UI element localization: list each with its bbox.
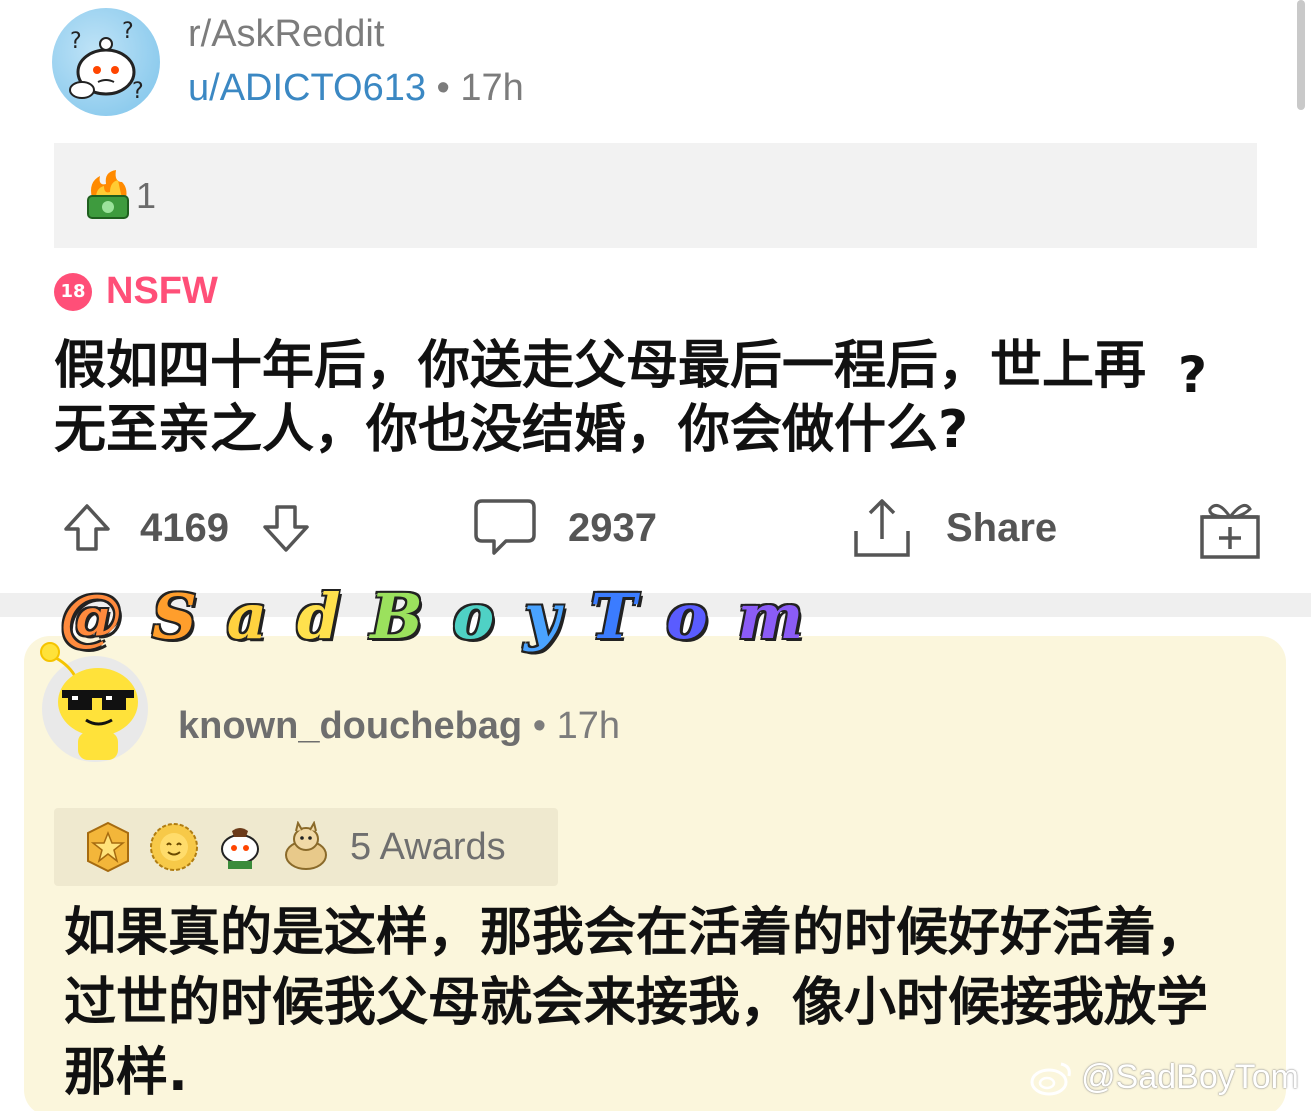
awards-count-label: 5 Awards xyxy=(350,825,506,868)
comment-icon xyxy=(472,495,538,561)
commenter-avatar-icon[interactable] xyxy=(40,642,148,762)
weibo-logo-icon xyxy=(1030,1062,1071,1095)
comment-card: known_douchebag • 17h 5 Awards 如果真的是这样，那… xyxy=(24,636,1286,1111)
share-label: Share xyxy=(946,505,1058,550)
stray-question-mark: ? xyxy=(1178,346,1208,404)
post-author[interactable]: u/ADICTO613 xyxy=(188,67,426,109)
upvote-count: 4169 xyxy=(140,505,229,550)
comment-awards[interactable]: 5 Awards xyxy=(54,808,558,886)
comment-count: 2937 xyxy=(568,505,657,550)
downvote-icon[interactable] xyxy=(259,501,313,555)
post-award-count: 1 xyxy=(136,174,157,216)
svg-text:?: ? xyxy=(132,79,144,104)
handle-char: o xyxy=(452,580,495,653)
nsfw-18-icon: 18 xyxy=(54,272,92,311)
post-action-bar: 4169 2937 Share xyxy=(60,488,1270,568)
subreddit-avatar-icon[interactable]: ? ? ? xyxy=(52,8,160,116)
star-award-icon xyxy=(87,821,129,873)
gift-icon xyxy=(1198,495,1262,561)
post-awards[interactable]: 1 xyxy=(54,143,1257,248)
comment-header: known_douchebag • 17h xyxy=(40,642,620,762)
handle-char: y xyxy=(524,580,561,653)
sun-award-icon xyxy=(150,823,198,871)
separator-dot: • xyxy=(532,704,547,747)
handle-char: B xyxy=(370,580,423,653)
separator-dot: • xyxy=(436,67,450,109)
svg-text:?: ? xyxy=(70,29,82,54)
handle-char: S xyxy=(152,580,197,653)
post-time: 17h xyxy=(460,67,524,109)
reddit-screenshot: ? ? ? r/AskReddit u/ADICTO613 • 17h 1 18… xyxy=(0,0,1311,1111)
comment-time: 17h xyxy=(556,704,620,747)
vote-group: 4169 xyxy=(60,488,313,568)
money-fire-award-icon xyxy=(87,169,129,219)
handle-char: d xyxy=(296,580,341,653)
nsfw-label: NSFW xyxy=(106,270,218,312)
subreddit-name[interactable]: r/AskReddit xyxy=(188,10,524,58)
weibo-watermark: @SadBoyTom xyxy=(1029,1058,1299,1097)
share-icon xyxy=(850,495,916,561)
nsfw-tag: 18 NSFW xyxy=(54,270,218,313)
handle-char: T xyxy=(590,580,637,653)
comment-username[interactable]: known_douchebag xyxy=(178,705,522,747)
doge-award-icon xyxy=(285,821,327,870)
gift-button[interactable] xyxy=(1198,488,1262,568)
post-title[interactable]: 假如四十年后，你送走父母最后一程后，世上再无至亲之人，你也没结婚，你会做什么? xyxy=(54,334,1184,462)
upvote-icon[interactable] xyxy=(60,501,114,555)
share-button[interactable]: Share xyxy=(850,488,1057,568)
handle-char: @ xyxy=(60,580,122,653)
scrollbar[interactable] xyxy=(1297,0,1305,110)
handle-char: a xyxy=(226,580,267,653)
snoo-award-icon xyxy=(221,828,259,869)
sadboytom-handle-overlay: @ S a d B o y T o m xyxy=(60,580,833,653)
svg-text:?: ? xyxy=(122,19,134,44)
handle-char: o xyxy=(666,580,708,653)
comments-button[interactable]: 2937 xyxy=(472,488,657,568)
post-header: ? ? ? r/AskReddit u/ADICTO613 • 17h xyxy=(52,8,524,118)
handle-char: m xyxy=(737,580,804,653)
watermark-text: @SadBoyTom xyxy=(1081,1058,1299,1096)
